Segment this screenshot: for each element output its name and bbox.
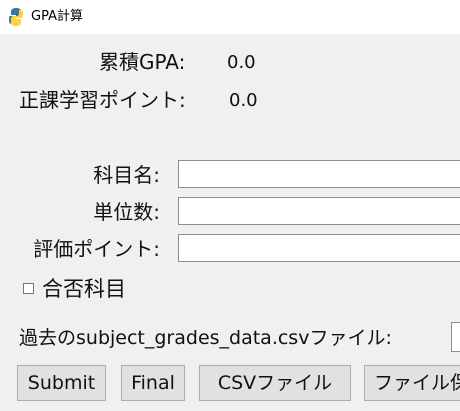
past-csv-file-label: 過去のsubject_grades_data.csvファイル: — [19, 327, 392, 349]
window-title: GPA計算 — [31, 9, 83, 24]
pass-fail-checkbox[interactable] — [23, 283, 34, 294]
file-save-button[interactable]: ファイル保存 — [364, 365, 460, 401]
past-csv-file-input[interactable] — [451, 322, 460, 352]
gpa-label: 累積GPA: — [99, 50, 186, 74]
csv-file-button[interactable]: CSVファイル — [199, 365, 351, 401]
submit-button[interactable]: Submit — [17, 365, 106, 401]
python-icon — [9, 8, 23, 26]
window-titlebar: GPA計算 — [0, 0, 460, 34]
pass-fail-label: 合否科目 — [42, 277, 126, 301]
evaluation-points-input[interactable] — [178, 234, 460, 262]
gpa-value: 0.0 — [227, 52, 256, 73]
subject-name-label: 科目名: — [93, 163, 160, 187]
final-button[interactable]: Final — [121, 365, 185, 401]
learning-points-label: 正課学習ポイント: — [19, 88, 186, 112]
credits-input[interactable] — [178, 197, 460, 225]
learning-points-value: 0.0 — [229, 90, 258, 111]
subject-name-input[interactable] — [178, 160, 460, 188]
credits-label: 単位数: — [93, 200, 160, 224]
evaluation-points-label: 評価ポイント: — [33, 237, 160, 261]
